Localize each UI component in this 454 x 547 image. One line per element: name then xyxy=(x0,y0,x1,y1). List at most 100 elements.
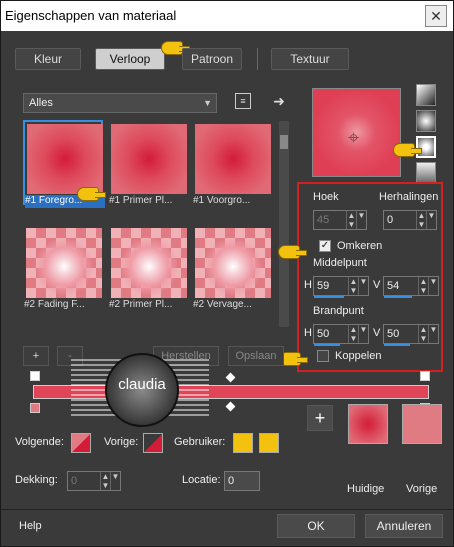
volgende-label: Volgende: xyxy=(15,436,64,448)
style-sunburst-button[interactable] xyxy=(416,162,436,184)
chevron-down-icon[interactable]: ▼ xyxy=(426,211,436,229)
help-link[interactable]: Help xyxy=(19,520,42,532)
arrow-right-icon[interactable]: ➜ xyxy=(271,93,287,109)
library-icon[interactable]: ≡ xyxy=(235,93,251,109)
volgende-swatch[interactable] xyxy=(71,433,91,453)
middelpunt-h-spinner[interactable]: 59 ▲ ▼ ▼ xyxy=(313,276,369,298)
chevron-down-icon[interactable]: ▼ xyxy=(358,277,368,295)
middelpunt-v-spinner[interactable]: 54 ▲ ▼ ▼ xyxy=(383,276,439,298)
spin-arrows-icon[interactable]: ▲ ▼ xyxy=(348,325,358,343)
vorige-box-label: Vorige xyxy=(406,483,438,495)
hoek-value: 45 xyxy=(317,214,330,226)
window-title: Eigenschappen van materiaal xyxy=(5,8,177,23)
opacity-stop-handle[interactable] xyxy=(420,371,430,381)
gradient-settings-group: Hoek Herhalingen 45 ▲ ▼ ▼ 0 ▲ ▼ ▼ ✓ Omkere… xyxy=(297,182,443,372)
crosshair-icon[interactable]: ⌖ xyxy=(348,127,359,150)
huidige-label: Huidige xyxy=(347,483,385,495)
gallery-item[interactable]: #2 Vervage... xyxy=(193,226,273,311)
watermark-logo: claudia xyxy=(105,353,179,427)
gradient-gallery: #1 Foregro... #1 Primer Pl... #1 Voorgro… xyxy=(21,119,291,331)
color-stop-handle[interactable] xyxy=(30,403,40,413)
spin-arrows-icon[interactable]: ▲ ▼ xyxy=(416,211,426,229)
brandpunt-v-spinner[interactable]: 50 ▲ ▼ ▼ xyxy=(383,324,439,346)
chevron-down-icon[interactable]: ▼ xyxy=(428,325,438,343)
gallery-item-label: #2 Fading F... xyxy=(24,299,85,310)
omkeren-label[interactable]: Omkeren xyxy=(337,240,382,252)
gradient-thumbnail xyxy=(27,124,103,194)
tab-kleur[interactable]: Kleur xyxy=(15,48,81,70)
cancel-button[interactable]: Annuleren xyxy=(365,514,443,538)
dekking-value: 0 xyxy=(71,475,78,487)
koppelen-checkbox[interactable] xyxy=(317,350,329,362)
opslaan-button[interactable]: Opslaan xyxy=(228,346,284,366)
footer-divider xyxy=(1,509,453,510)
pointer-hand-icon xyxy=(77,187,106,201)
vorige-color-box[interactable] xyxy=(402,404,442,444)
close-button[interactable]: ✕ xyxy=(425,5,447,27)
gradient-thumbnail xyxy=(195,124,271,194)
gradient-thumbnail xyxy=(111,124,187,194)
dekking-spinner[interactable]: 0 ▲ ▼ ▼ xyxy=(67,471,121,491)
category-dropdown-value: Alles xyxy=(29,97,53,109)
gradient-thumbnail xyxy=(111,228,187,298)
style-rectangular-button[interactable] xyxy=(416,110,436,132)
chevron-down-icon[interactable]: ▼ xyxy=(110,472,120,490)
add-swatch-button[interactable]: + xyxy=(307,405,333,431)
gradient-thumbnail xyxy=(195,228,271,298)
color-midpoint-handle[interactable] xyxy=(225,401,236,412)
gallery-item[interactable]: #1 Primer Pl... xyxy=(109,122,189,207)
vorige-color-swatch[interactable] xyxy=(143,433,163,453)
huidige-color-box[interactable] xyxy=(348,404,388,444)
brand-v-value: 50 xyxy=(387,328,400,340)
opacity-midpoint-handle[interactable] xyxy=(225,372,236,383)
hoek-label: Hoek xyxy=(313,191,339,203)
brand-h-label: H xyxy=(304,327,312,339)
vorige-label: Vorige: xyxy=(104,436,139,448)
spin-arrows-icon[interactable]: ▲ ▼ xyxy=(348,277,358,295)
koppelen-label[interactable]: Koppelen xyxy=(335,350,382,362)
spin-arrows-icon[interactable]: ▲ ▼ xyxy=(100,472,110,490)
style-radial-button[interactable] xyxy=(416,136,436,158)
brandpunt-h-spinner[interactable]: 50 ▲ ▼ ▼ xyxy=(313,324,369,346)
herhalingen-label: Herhalingen xyxy=(379,191,439,203)
add-stop-button[interactable]: + xyxy=(23,346,49,366)
gebruiker-swatch[interactable] xyxy=(233,433,253,453)
locatie-label: Locatie: xyxy=(182,474,221,486)
gallery-item-label: #1 Voorgro... xyxy=(193,195,251,206)
chevron-down-icon[interactable]: ▼ xyxy=(428,277,438,295)
pointer-hand-icon xyxy=(161,41,190,55)
gallery-scrollbar[interactable] xyxy=(279,121,289,327)
gallery-item[interactable]: #2 Primer Pl... xyxy=(109,226,189,311)
style-linear-button[interactable] xyxy=(416,84,436,106)
locatie-value: 0 xyxy=(228,475,235,487)
herhalingen-spinner[interactable]: 0 ▲ ▼ ▼ xyxy=(383,210,437,230)
tab-verloop[interactable]: Verloop xyxy=(95,48,165,70)
value-bar xyxy=(314,344,340,346)
opacity-stop-handle[interactable] xyxy=(30,371,40,381)
pointer-hand-icon xyxy=(278,245,307,259)
scrollbar-thumb[interactable] xyxy=(280,135,288,149)
tab-patroon[interactable]: Patroon xyxy=(182,48,242,70)
gebruiker-swatch-2[interactable] xyxy=(259,433,279,453)
omkeren-checkbox[interactable]: ✓ xyxy=(319,240,331,252)
spin-arrows-icon[interactable]: ▲ ▼ xyxy=(418,277,428,295)
pointer-hand-icon xyxy=(393,143,422,157)
chevron-down-icon[interactable]: ▼ xyxy=(358,325,368,343)
gallery-item[interactable]: #2 Fading F... xyxy=(24,226,104,311)
brand-v-label: V xyxy=(373,327,381,339)
spin-arrows-icon[interactable]: ▲ ▼ xyxy=(346,211,356,229)
spin-arrows-icon[interactable]: ▲ ▼ xyxy=(418,325,428,343)
middelpunt-label: Middelpunt xyxy=(313,257,367,269)
gradient-preview[interactable]: ⌖ xyxy=(312,88,401,177)
mid-v-value: 54 xyxy=(387,280,400,292)
chevron-down-icon[interactable]: ▼ xyxy=(356,211,366,229)
hoek-spinner[interactable]: 45 ▲ ▼ ▼ xyxy=(313,210,367,230)
locatie-field[interactable]: 0 xyxy=(224,471,260,491)
mid-v-label: V xyxy=(373,279,381,291)
ok-button[interactable]: OK xyxy=(277,514,355,538)
category-dropdown[interactable]: Alles ▼ xyxy=(23,93,217,113)
tab-textuur[interactable]: Textuur xyxy=(271,48,349,70)
gallery-item[interactable]: #1 Voorgro... xyxy=(193,122,273,207)
mid-h-label: H xyxy=(304,279,312,291)
material-properties-dialog: Eigenschappen van materiaal ✕ Kleur Verl… xyxy=(0,0,454,547)
